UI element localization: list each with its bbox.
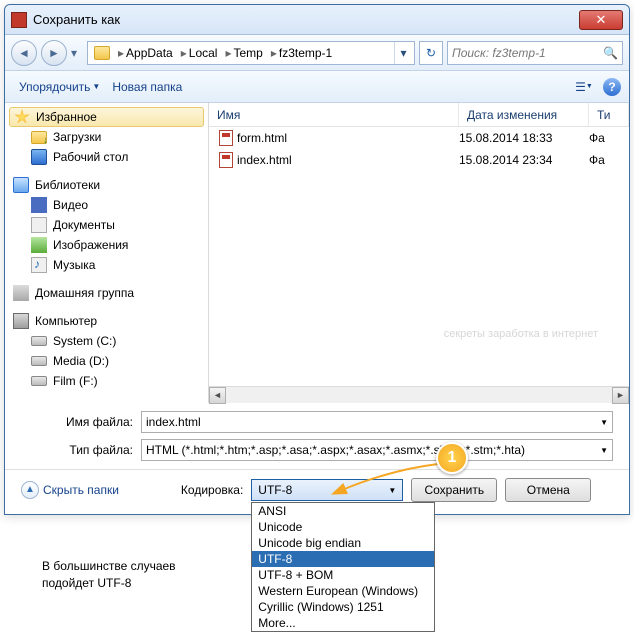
breadcrumb-drop-icon[interactable]: ▾ [394,42,412,64]
encoding-option[interactable]: Cyrillic (Windows) 1251 [252,599,434,615]
encoding-option[interactable]: UTF-8 + BOM [252,567,434,583]
star-icon [14,109,30,125]
close-button[interactable]: ✕ [579,10,623,30]
column-date[interactable]: Дата изменения [459,103,589,126]
computer-icon [13,313,29,329]
music-icon [31,257,47,273]
encoding-option[interactable]: ANSI [252,503,434,519]
hide-folders-button[interactable]: ▲ Скрыть папки [21,481,119,499]
crumb-local[interactable]: Local [189,46,218,60]
images-icon [31,237,47,253]
homegroup-icon [13,285,29,301]
drive-icon [31,356,47,366]
html-file-icon [219,130,233,146]
toolbar: Упорядочить▼ Новая папка ☰▼ ? [5,71,629,103]
horizontal-scrollbar[interactable]: ◄ ► [209,386,629,403]
desktop-icon [31,149,47,165]
back-button[interactable]: ◄ [11,40,37,66]
sidebar-favorites[interactable]: Избранное [9,107,204,127]
folder-icon [94,46,110,60]
search-input[interactable]: Поиск: fz3temp-1 🔍 [447,41,623,65]
sidebar-libraries[interactable]: Библиотеки [5,175,208,195]
window-title: Сохранить как [33,12,579,27]
html-file-icon [219,152,233,168]
filename-input[interactable]: index.html▼ [141,411,613,433]
crumb-temp[interactable]: Temp [233,46,262,60]
sidebar: Избранное Загрузки Рабочий стол Библиоте… [5,103,209,403]
column-type[interactable]: Ти [589,103,629,126]
sidebar-item-drive-d[interactable]: Media (D:) [5,351,208,371]
sidebar-computer[interactable]: Компьютер [5,311,208,331]
search-icon: 🔍 [603,46,618,60]
encoding-option[interactable]: Western European (Windows) [252,583,434,599]
sidebar-item-desktop[interactable]: Рабочий стол [5,147,208,167]
column-name[interactable]: Имя [209,103,459,126]
watermark-text: секреты заработка в интернет [444,328,598,340]
new-folder-button[interactable]: Новая папка [106,76,188,98]
libraries-icon [13,177,29,193]
caption-text: В большинстве случаев подойдет UTF-8 [42,558,176,592]
save-button[interactable]: Сохранить [411,478,497,502]
sidebar-item-downloads[interactable]: Загрузки [5,127,208,147]
annotation-badge: 1 [436,442,468,474]
encoding-option[interactable]: More... [252,615,434,631]
breadcrumb[interactable]: ▸AppData ▸Local ▸Temp ▸fz3temp-1 ▾ [87,41,415,65]
view-mode-button[interactable]: ☰▼ [573,76,595,98]
organize-button[interactable]: Упорядочить▼ [13,76,106,98]
search-placeholder: Поиск: fz3temp-1 [452,46,546,60]
sidebar-item-drive-c[interactable]: System (C:) [5,331,208,351]
app-icon [11,12,27,28]
scroll-left-icon[interactable]: ◄ [209,387,226,404]
encoding-label: Кодировка: [181,483,243,497]
chevron-down-icon[interactable]: ▼ [600,446,608,455]
file-list-panel: Имя Дата изменения Ти form.html 15.08.20… [209,103,629,403]
chevron-down-icon[interactable]: ▼ [388,486,396,495]
crumb-appdata[interactable]: AppData [126,46,173,60]
forward-button[interactable]: ► [41,40,67,66]
history-dropdown-icon[interactable]: ▾ [71,46,83,60]
collapse-icon: ▲ [21,481,39,499]
sidebar-item-drive-f[interactable]: Film (F:) [5,371,208,391]
filetype-select[interactable]: HTML (*.html;*.htm;*.asp;*.asa;*.aspx;*.… [141,439,613,461]
crumb-fz3temp[interactable]: fz3temp-1 [279,46,332,60]
sidebar-item-images[interactable]: Изображения [5,235,208,255]
scroll-right-icon[interactable]: ► [612,387,629,404]
file-list[interactable]: form.html 15.08.2014 18:33 Фа index.html… [209,127,629,386]
column-headers[interactable]: Имя Дата изменения Ти [209,103,629,127]
file-row[interactable]: index.html 15.08.2014 23:34 Фа [209,149,629,171]
chevron-down-icon[interactable]: ▼ [600,418,608,427]
filename-label: Имя файла: [21,415,141,429]
encoding-option-selected[interactable]: UTF-8 [252,551,434,567]
documents-icon [31,217,47,233]
help-button[interactable]: ? [603,78,621,96]
sidebar-homegroup[interactable]: Домашняя группа [5,283,208,303]
cancel-button[interactable]: Отмена [505,478,591,502]
drive-icon [31,336,47,346]
drive-icon [31,376,47,386]
sidebar-item-music[interactable]: Музыка [5,255,208,275]
downloads-icon [31,131,47,144]
refresh-button[interactable]: ↻ [419,41,443,65]
save-as-dialog: Сохранить как ✕ ◄ ► ▾ ▸AppData ▸Local ▸T… [4,4,630,515]
bottom-panel: Имя файла: index.html▼ Тип файла: HTML (… [5,403,629,514]
navigation-bar: ◄ ► ▾ ▸AppData ▸Local ▸Temp ▸fz3temp-1 ▾… [5,35,629,71]
sidebar-item-documents[interactable]: Документы [5,215,208,235]
encoding-dropdown[interactable]: ANSI Unicode Unicode big endian UTF-8 UT… [251,502,435,632]
encoding-option[interactable]: Unicode big endian [252,535,434,551]
encoding-option[interactable]: Unicode [252,519,434,535]
filetype-label: Тип файла: [21,443,141,457]
titlebar[interactable]: Сохранить как ✕ [5,5,629,35]
encoding-select[interactable]: UTF-8 ▼ ANSI Unicode Unicode big endian … [251,479,403,501]
video-icon [31,197,47,213]
file-row[interactable]: form.html 15.08.2014 18:33 Фа [209,127,629,149]
sidebar-item-video[interactable]: Видео [5,195,208,215]
